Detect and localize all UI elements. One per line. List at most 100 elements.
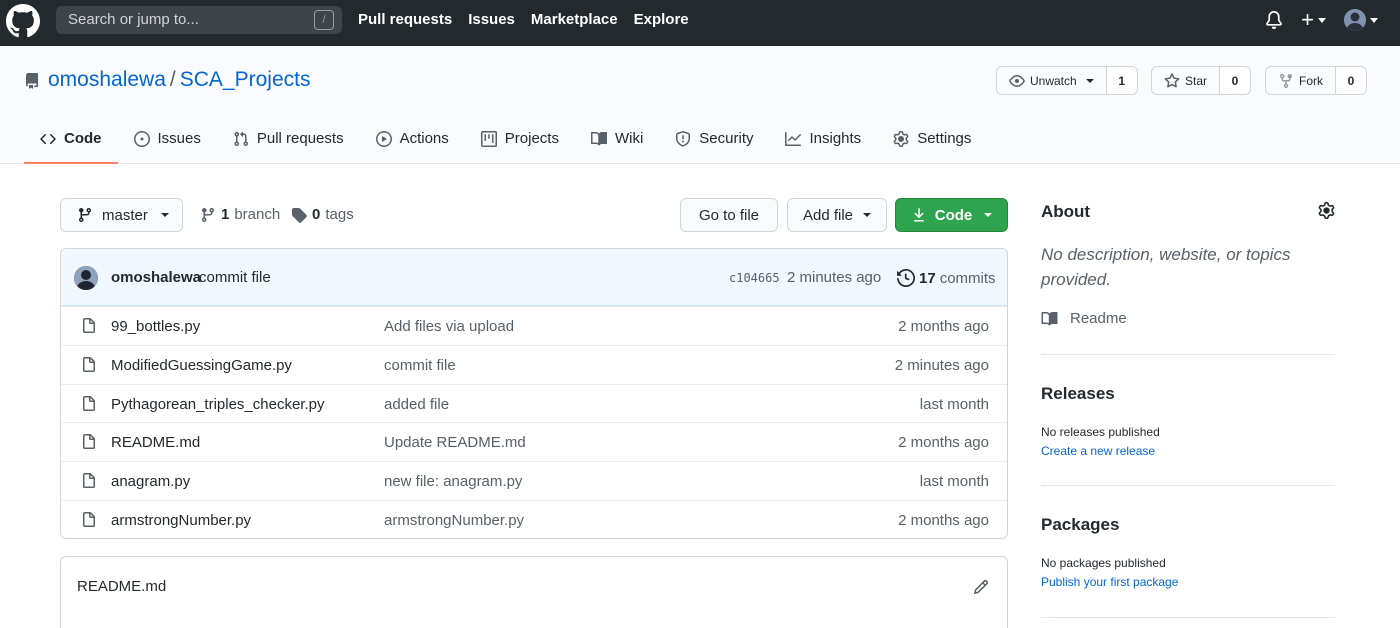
publish-package-link[interactable]: Publish your first package — [1041, 575, 1178, 589]
repo-title: omoshalewa / SCA_Projects — [48, 68, 310, 92]
file-icon — [81, 356, 97, 373]
file-name-link[interactable]: armstrongNumber.py — [111, 512, 251, 529]
branches-link[interactable]: 1 branch — [200, 206, 280, 223]
file-name-link[interactable]: ModifiedGuessingGame.py — [111, 357, 292, 374]
branch-selector[interactable]: master — [60, 198, 183, 232]
nav-pull-requests[interactable]: Pull requests — [358, 11, 452, 28]
tab-pull-requests[interactable]: Pull requests — [217, 124, 360, 164]
branch-word: branch — [234, 206, 281, 223]
star-icon — [1164, 72, 1180, 87]
global-nav: Pull requests Issues Marketplace Explore — [358, 11, 689, 28]
nav-explore[interactable]: Explore — [634, 11, 689, 28]
issue-icon — [133, 131, 150, 147]
tab-insights-label: Insights — [809, 130, 862, 147]
latest-commit-bar: omoshalewa commit file c104665 2 minutes… — [61, 249, 1007, 306]
file-row: 99_bottles.py Add files via upload 2 mon… — [61, 306, 1007, 345]
commit-sha-link[interactable]: c104665 — [729, 271, 780, 285]
file-age: last month — [919, 395, 989, 413]
branch-name: master — [102, 206, 148, 224]
gear-icon[interactable] — [1318, 202, 1335, 219]
star-label: Star — [1185, 73, 1208, 88]
chevron-down-icon — [160, 213, 169, 217]
file-commit-link[interactable]: armstrongNumber.py — [384, 512, 524, 529]
fork-count[interactable]: 0 — [1336, 67, 1366, 94]
commits-history-link[interactable]: 17 commits — [897, 269, 996, 287]
file-icon — [81, 395, 97, 412]
tags-link[interactable]: 0 tags — [291, 206, 354, 223]
readme-link-label: Readme — [1070, 310, 1127, 327]
pull-request-icon — [234, 131, 248, 147]
file-commit-link[interactable]: Update README.md — [384, 434, 526, 451]
global-search-input[interactable]: Search or jump to... / — [56, 6, 342, 34]
file-commit-link[interactable]: commit file — [384, 357, 456, 374]
add-file-button[interactable]: Add file — [787, 198, 887, 232]
about-heading: About — [1041, 202, 1091, 221]
releases-heading[interactable]: Releases — [1041, 384, 1115, 404]
repo-title-separator: / — [169, 68, 176, 91]
code-download-button[interactable]: Code — [895, 198, 1008, 232]
tab-settings[interactable]: Settings — [877, 124, 987, 164]
bell-icon[interactable] — [1265, 10, 1283, 30]
history-icon — [897, 269, 915, 287]
global-header: Search or jump to... / Pull requests Iss… — [0, 0, 1400, 46]
chevron-down-icon — [1085, 78, 1094, 83]
file-commit-link[interactable]: new file: anagram.py — [384, 473, 522, 490]
download-icon — [913, 208, 924, 222]
commit-message-link[interactable]: commit file — [199, 269, 271, 286]
user-menu[interactable] — [1344, 9, 1378, 31]
repo-owner-link[interactable]: omoshalewa — [48, 68, 166, 91]
sidebar-divider — [1041, 485, 1335, 486]
file-age: 2 minutes ago — [894, 356, 989, 374]
file-age: last month — [919, 473, 989, 491]
tab-issues[interactable]: Issues — [118, 124, 217, 164]
tab-pull-requests-label: Pull requests — [256, 130, 344, 147]
code-button-label: Code — [934, 206, 973, 224]
readme-link[interactable]: Readme — [1041, 310, 1127, 327]
file-name-link[interactable]: 99_bottles.py — [111, 318, 200, 335]
tab-code[interactable]: Code — [24, 124, 118, 164]
file-name-link[interactable]: anagram.py — [111, 473, 190, 490]
fork-icon — [1280, 73, 1292, 88]
avatar — [1344, 9, 1366, 31]
unwatch-label: Unwatch — [1030, 73, 1077, 88]
tab-actions[interactable]: Actions — [360, 124, 465, 164]
go-to-file-button[interactable]: Go to file — [680, 198, 778, 232]
file-icon — [81, 511, 97, 528]
chevron-down-icon — [863, 213, 872, 217]
create-new-dropdown[interactable]: + — [1301, 9, 1326, 31]
about-description: No description, website, or topics provi… — [1041, 245, 1291, 289]
branch-count: 1 — [221, 206, 230, 223]
tab-projects[interactable]: Projects — [465, 124, 575, 164]
file-name-link[interactable]: README.md — [111, 434, 200, 451]
file-commit-link[interactable]: Add files via upload — [384, 318, 514, 335]
tab-wiki[interactable]: Wiki — [575, 124, 659, 164]
commit-author-link[interactable]: omoshalewa — [111, 269, 201, 286]
tab-security-label: Security — [699, 130, 754, 147]
file-icon — [81, 473, 97, 489]
pencil-icon[interactable] — [973, 579, 989, 595]
file-age: 2 months ago — [898, 511, 989, 529]
tab-actions-label: Actions — [399, 130, 449, 147]
file-name-link[interactable]: Pythagorean_triples_checker.py — [111, 396, 324, 413]
tab-issues-label: Issues — [157, 130, 201, 147]
star-count[interactable]: 0 — [1220, 67, 1251, 94]
watch-count[interactable]: 1 — [1106, 67, 1137, 94]
github-logo-icon[interactable] — [6, 4, 40, 38]
packages-heading[interactable]: Packages — [1041, 515, 1119, 535]
fork-button[interactable]: Fork — [1266, 67, 1336, 94]
file-commit-link[interactable]: added file — [384, 396, 449, 413]
repo-name-link[interactable]: SCA_Projects — [180, 68, 311, 91]
file-age: 2 months ago — [898, 434, 989, 452]
create-release-link[interactable]: Create a new release — [1041, 444, 1155, 458]
star-button[interactable]: Star — [1152, 67, 1221, 94]
avatar[interactable] — [74, 266, 98, 290]
file-row: armstrongNumber.py armstrongNumber.py 2 … — [61, 499, 1007, 538]
tab-security[interactable]: Security — [659, 124, 769, 164]
unwatch-button[interactable]: Unwatch — [997, 67, 1107, 94]
search-shortcut-key: / — [314, 10, 334, 30]
file-icon — [81, 434, 97, 450]
tab-insights[interactable]: Insights — [769, 124, 877, 164]
shield-icon — [676, 131, 691, 147]
nav-issues[interactable]: Issues — [468, 11, 515, 28]
nav-marketplace[interactable]: Marketplace — [531, 11, 618, 28]
